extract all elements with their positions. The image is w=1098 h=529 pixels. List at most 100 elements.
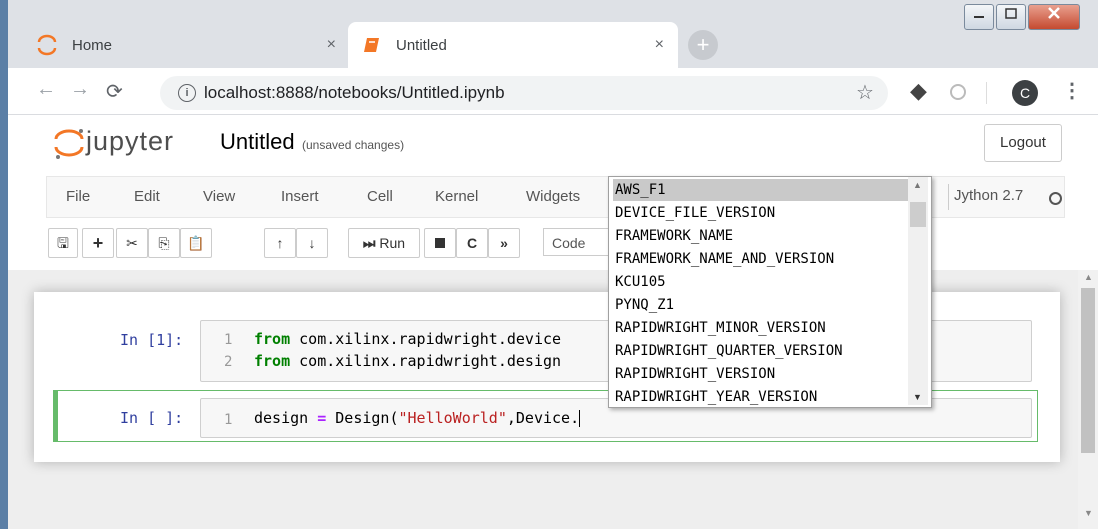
kernel-status-icon	[1049, 192, 1062, 205]
completion-item[interactable]: PYNQ_Z1	[613, 294, 911, 316]
completion-item[interactable]: DEVICE_FILE_VERSION	[613, 202, 911, 224]
code-text: ,Device.	[506, 409, 580, 427]
scissors-icon: ✂	[126, 235, 138, 251]
run-icon: ⏭	[362, 235, 376, 251]
scrollbar-thumb[interactable]	[1081, 288, 1095, 453]
run-button[interactable]: ⏭ Run	[348, 228, 420, 258]
restart-button[interactable]: C	[456, 228, 488, 258]
completion-item[interactable]: AWS_F1	[613, 179, 911, 201]
autocomplete-list[interactable]: AWS_F1 DEVICE_FILE_VERSION FRAMEWORK_NAM…	[608, 176, 932, 408]
copy-button[interactable]: ⎘	[148, 228, 180, 258]
line-number: 1	[224, 332, 233, 348]
run-label: Run	[379, 235, 406, 251]
menu-file[interactable]: File	[66, 188, 90, 205]
autocomplete-scroll-thumb[interactable]	[910, 202, 926, 227]
arrow-up-icon: ↑	[276, 235, 284, 251]
copy-icon: ⎘	[158, 235, 170, 251]
logout-button[interactable]: Logout	[984, 124, 1062, 162]
code-line[interactable]: from com.xilinx.rapidwright.device	[254, 330, 561, 348]
cell-prompt: In [1]:	[120, 331, 184, 349]
back-icon[interactable]: ←	[36, 78, 56, 101]
jupyter-logo-icon[interactable]	[52, 126, 86, 160]
tab-label: Untitled	[396, 36, 447, 54]
completion-item[interactable]: FRAMEWORK_NAME_AND_VERSION	[613, 248, 911, 270]
jupyter-wordmark[interactable]: jupyter	[86, 126, 174, 157]
scroll-up-icon[interactable]: ▲	[913, 180, 922, 190]
menu-divider	[948, 184, 949, 210]
notebook-title[interactable]: Untitled	[220, 129, 295, 155]
toolbar-divider	[986, 82, 987, 104]
save-status: (unsaved changes)	[302, 138, 405, 152]
completion-item[interactable]: KCU105	[613, 271, 911, 293]
reload-icon[interactable]: ⟳	[106, 79, 123, 104]
cell-prompt: In [ ]:	[120, 409, 184, 427]
scroll-up-icon[interactable]: ▲	[1084, 272, 1093, 282]
tab-home[interactable]: Home ×	[30, 22, 350, 68]
keyword: from	[254, 352, 291, 370]
menu-kernel[interactable]: Kernel	[435, 188, 478, 205]
move-down-button[interactable]: ↓	[296, 228, 328, 258]
info-icon[interactable]: i	[178, 84, 196, 102]
window-close-button[interactable]	[1028, 4, 1080, 30]
save-icon: 🖫	[57, 235, 69, 251]
code-line[interactable]: from com.xilinx.rapidwright.design	[254, 352, 561, 370]
minimize-button[interactable]	[964, 4, 994, 30]
close-x-icon	[1048, 7, 1060, 19]
close-icon[interactable]: ×	[327, 36, 336, 54]
kernel-name[interactable]: Jython 2.7	[954, 187, 1023, 204]
extension-circle-icon[interactable]	[950, 84, 966, 100]
move-up-button[interactable]: ↑	[264, 228, 296, 258]
code-line[interactable]: design = Design("HelloWorld",Device.	[254, 409, 581, 427]
code-text: Design(	[326, 409, 399, 427]
jupyter-logo-icon	[37, 34, 57, 56]
menu-view[interactable]: View	[203, 188, 235, 205]
stop-icon	[435, 238, 445, 248]
bookmark-star-icon[interactable]: ☆	[856, 80, 874, 105]
code-text: design	[254, 409, 318, 427]
run-all-button[interactable]: »	[488, 228, 520, 258]
extension-icon[interactable]: ◆	[910, 78, 927, 104]
paste-button[interactable]: 📋	[180, 228, 212, 258]
completion-item[interactable]: RAPIDWRIGHT_VERSION	[613, 363, 911, 385]
profile-avatar[interactable]: C	[1012, 80, 1038, 106]
menu-widgets[interactable]: Widgets	[526, 188, 580, 205]
arrow-down-icon: ↓	[308, 235, 316, 251]
interrupt-button[interactable]	[424, 228, 456, 258]
close-icon[interactable]: ×	[655, 36, 664, 54]
completion-item[interactable]: FRAMEWORK_NAME	[613, 225, 911, 247]
completion-item[interactable]: RAPIDWRIGHT_YEAR_VERSION	[613, 386, 911, 408]
operator: =	[317, 409, 327, 427]
maximize-button[interactable]	[996, 4, 1026, 30]
menu-dots-icon[interactable]: ⋮	[1062, 78, 1082, 103]
url-text: localhost:8888/notebooks/Untitled.ipynb	[204, 83, 505, 102]
notebook-icon	[364, 38, 379, 52]
tab-label: Home	[72, 36, 113, 54]
code-text: com.xilinx.rapidwright.device	[290, 330, 562, 348]
cell-type-select[interactable]: Code	[543, 228, 618, 256]
menu-insert[interactable]: Insert	[281, 188, 319, 205]
completion-item[interactable]: RAPIDWRIGHT_QUARTER_VERSION	[613, 340, 911, 362]
text-cursor	[579, 410, 581, 427]
save-button[interactable]: 🖫	[48, 228, 78, 258]
maximize-icon	[1005, 8, 1017, 19]
string-literal: "HelloWorld"	[398, 409, 507, 427]
tab-untitled[interactable]: Untitled ×	[348, 22, 678, 68]
minimize-icon	[974, 16, 984, 18]
menu-cell[interactable]: Cell	[367, 188, 393, 205]
cut-button[interactable]: ✂	[116, 228, 148, 258]
fast-forward-icon: »	[500, 235, 508, 251]
browser-window: Home × Untitled × + ← → ⟳ i localhost:88…	[8, 0, 1098, 529]
scroll-down-icon[interactable]: ▼	[913, 392, 922, 402]
insert-cell-button[interactable]: +	[82, 228, 114, 258]
scroll-down-icon[interactable]: ▼	[1084, 508, 1093, 518]
restart-icon: C	[466, 235, 478, 251]
forward-icon[interactable]: →	[70, 78, 90, 101]
paste-icon: 📋	[187, 235, 205, 251]
code-text: com.xilinx.rapidwright.design	[290, 352, 562, 370]
plus-icon: +	[92, 233, 104, 253]
menu-edit[interactable]: Edit	[134, 188, 160, 205]
new-tab-button[interactable]: +	[688, 30, 718, 60]
line-number: 2	[224, 354, 233, 370]
completion-item[interactable]: RAPIDWRIGHT_MINOR_VERSION	[613, 317, 911, 339]
line-number: 1	[224, 412, 233, 428]
